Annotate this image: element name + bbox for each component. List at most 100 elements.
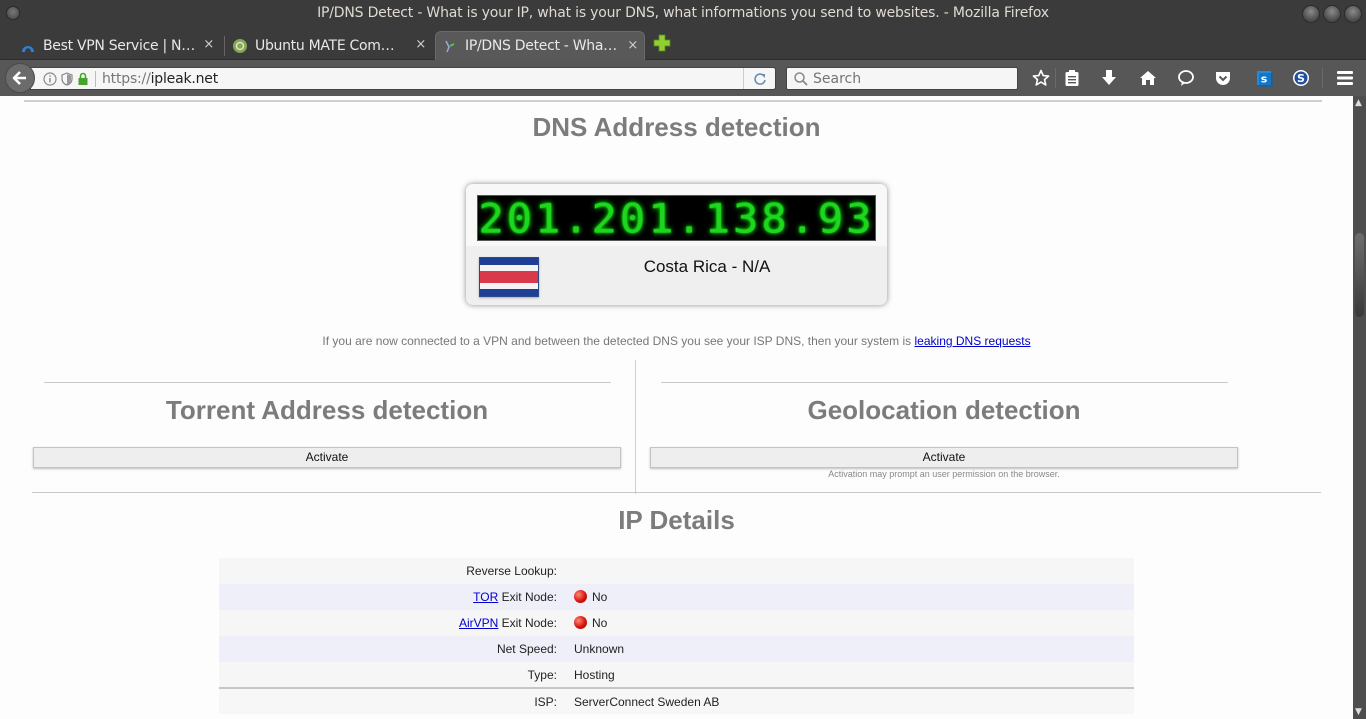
downloads-button[interactable]: [1099, 68, 1119, 88]
search-bar[interactable]: [786, 67, 1018, 90]
s-circle-icon: S: [1293, 70, 1309, 86]
dns-ip-display: 201.201.138.93: [477, 195, 876, 241]
chat-button[interactable]: [1176, 68, 1196, 88]
bookmark-star-button[interactable]: [1031, 68, 1051, 88]
close-tab-icon[interactable]: ×: [415, 37, 426, 52]
search-icon: [794, 71, 808, 86]
window-controls: [1302, 5, 1362, 23]
open-menu-button[interactable]: [1335, 68, 1355, 88]
dns-result-card: 201.201.138.93 Costa Rica - N/A: [466, 184, 887, 305]
reading-list-button[interactable]: [1062, 68, 1082, 88]
row-value: ServerConnect Sweden AB: [564, 687, 1134, 714]
costa-rica-flag-icon: [479, 257, 539, 297]
row-label: AirVPN Exit Node:: [219, 610, 564, 636]
dns-ip-address: 201.201.138.93: [478, 194, 875, 242]
tab-ipleak[interactable]: IP/DNS Detect - Wha… ×: [435, 31, 645, 60]
table-row-net-speed: Net Speed: Unknown: [219, 636, 1134, 662]
leak-note-text: If you are now connected to a VPN and be…: [322, 334, 915, 348]
table-row-reverse-lookup: Reverse Lookup:: [219, 558, 1134, 584]
tab-label: Ubuntu MATE Com…: [255, 37, 395, 54]
s-extension-icon: s: [1257, 71, 1273, 87]
download-arrow-icon: [1102, 70, 1116, 85]
tab-separator: [224, 36, 225, 56]
info-icon[interactable]: [43, 71, 57, 86]
dns-leak-note: If you are now connected to a VPN and be…: [0, 334, 1353, 348]
tab-label: IP/DNS Detect - Wha…: [465, 38, 617, 54]
row-label: Reverse Lookup:: [219, 558, 564, 584]
page-content: DNS Address detection 201.201.138.93 Cos…: [0, 96, 1353, 719]
column-divider: [635, 360, 636, 494]
airvpn-link[interactable]: AirVPN: [459, 616, 498, 630]
tab-best-vpn[interactable]: Best VPN Service | N… ×: [20, 31, 220, 60]
skype-extension-button[interactable]: s: [1254, 68, 1274, 88]
table-row-type: Type: Hosting: [219, 662, 1134, 688]
hamburger-menu-icon: [1337, 71, 1353, 85]
scroll-down-arrow-icon[interactable]: ▼: [1355, 707, 1362, 717]
url-text[interactable]: https://ipleak.net: [102, 71, 218, 87]
navigation-toolbar: https://ipleak.net 3 s S: [0, 60, 1366, 139]
plus-icon: [653, 34, 671, 52]
tab-ubuntu-mate[interactable]: Ubuntu MATE Com… ×: [232, 31, 432, 60]
close-tab-icon[interactable]: ×: [627, 38, 638, 53]
pocket-icon: [1216, 72, 1230, 85]
row-value: No: [564, 610, 1134, 636]
leaking-dns-link[interactable]: leaking DNS requests: [915, 334, 1031, 348]
maximize-button[interactable]: [1323, 5, 1341, 23]
url-scheme: https://: [102, 70, 151, 87]
home-button[interactable]: [1138, 68, 1158, 88]
divider: [24, 100, 1322, 102]
s-addon-button[interactable]: S: [1291, 68, 1311, 88]
row-label: Net Speed:: [219, 636, 564, 662]
table-row-isp: ISP: ServerConnect Sweden AB: [219, 687, 1134, 714]
scroll-up-arrow-icon[interactable]: ▲: [1355, 98, 1362, 108]
ip-details-title: IP Details: [618, 505, 735, 535]
row-label: Type:: [219, 662, 564, 688]
home-icon: [1140, 71, 1156, 85]
dns-country: Costa Rica - N/A: [643, 257, 771, 276]
torrent-section-title: Torrent Address detection: [165, 395, 489, 425]
star-icon: [1032, 69, 1050, 86]
lock-icon[interactable]: [77, 72, 89, 86]
close-window-button[interactable]: [1344, 5, 1362, 23]
minimize-button[interactable]: [1302, 5, 1320, 23]
tor-link[interactable]: TOR: [473, 590, 498, 604]
tab-bar: Best VPN Service | N… × Ubuntu MATE Com……: [0, 28, 1366, 60]
new-tab-button[interactable]: [653, 34, 671, 52]
back-arrow-icon: [12, 71, 26, 85]
red-status-dot-icon: [574, 616, 587, 629]
ipleak-favicon-icon: [442, 38, 458, 54]
ubuntu-mate-favicon-icon: [232, 38, 248, 54]
geolocation-section-title: Geolocation detection: [807, 395, 1081, 425]
vpn-favicon-icon: [20, 38, 36, 54]
divider: [661, 382, 1228, 383]
row-label: ISP:: [219, 687, 564, 714]
row-label: TOR Exit Node:: [219, 584, 564, 610]
close-tab-icon[interactable]: ×: [203, 37, 214, 52]
row-value: [564, 558, 1134, 584]
clipboard-list-icon: [1065, 70, 1079, 86]
url-host: ipleak.net: [150, 70, 219, 87]
divider: [32, 492, 1321, 493]
red-status-dot-icon: [574, 590, 587, 603]
row-value: Unknown: [564, 636, 1134, 662]
geolocation-activate-button[interactable]: Activate: [650, 447, 1238, 468]
back-button[interactable]: [5, 63, 35, 93]
pocket-button[interactable]: [1213, 68, 1233, 88]
torrent-activate-button[interactable]: Activate: [33, 447, 621, 468]
dns-section-title: DNS Address detection: [532, 112, 821, 142]
tracking-shield-icon[interactable]: [61, 71, 73, 86]
svg-text:S: S: [1297, 72, 1305, 85]
reload-button[interactable]: [743, 68, 775, 89]
search-input[interactable]: [813, 70, 1003, 87]
url-bar[interactable]: https://ipleak.net: [30, 67, 776, 90]
ip-details-table: Reverse Lookup: TOR Exit Node: No AirVPN…: [219, 558, 1134, 714]
scrollbar-thumb[interactable]: [1355, 233, 1364, 317]
url-separator: [95, 70, 96, 87]
window-title: IP/DNS Detect - What is your IP, what is…: [317, 5, 1049, 21]
divider: [44, 382, 611, 383]
table-row-tor-exit-node: TOR Exit Node: No: [219, 584, 1134, 610]
speech-bubble-icon: [1178, 70, 1194, 86]
table-row-airvpn-exit-node: AirVPN Exit Node: No: [219, 610, 1134, 636]
page-scrollbar[interactable]: ▲ ▼: [1353, 96, 1366, 719]
tab-label: Best VPN Service | N…: [43, 37, 195, 54]
